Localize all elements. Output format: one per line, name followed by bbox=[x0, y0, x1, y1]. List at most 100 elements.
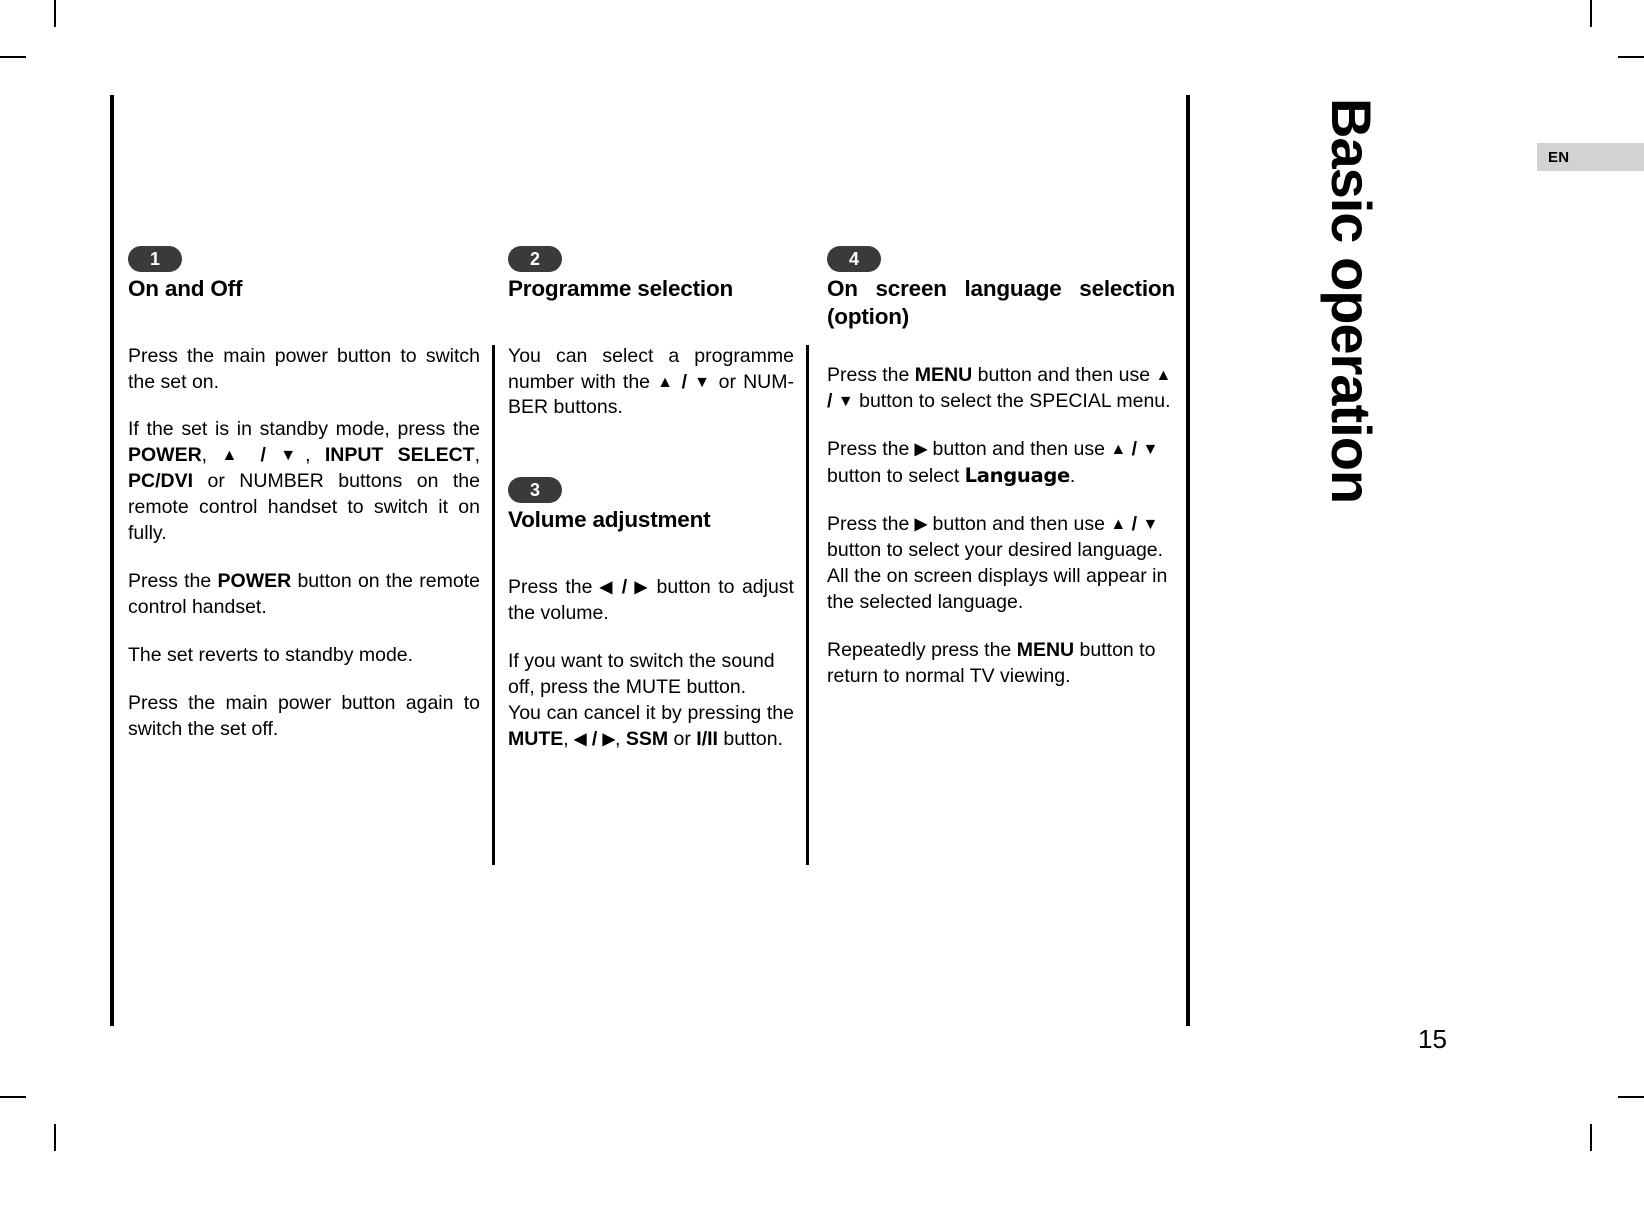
key-i-ii: I/II bbox=[696, 727, 718, 750]
text-run: If the set is in standby mode, press the bbox=[128, 418, 480, 441]
down-arrow-icon: ▼ bbox=[280, 447, 306, 465]
right-arrow-icon: ▶ bbox=[914, 441, 928, 459]
section-title-on-and-off: On and Off bbox=[128, 276, 243, 301]
text-run: Press the bbox=[827, 364, 915, 387]
section-number-badge-3: 3 bbox=[508, 477, 562, 504]
right-arrow-icon: ▶ bbox=[914, 515, 928, 533]
section-4-badge-wrap: 4 bbox=[827, 246, 1175, 272]
text-run: , bbox=[201, 444, 222, 467]
text-run: button and then use bbox=[927, 438, 1111, 461]
section-title-programme-selection: Programme selection bbox=[508, 276, 734, 301]
text-run: button and then use bbox=[972, 364, 1156, 387]
paragraph-reverts-standby: The set reverts to standby mode. bbox=[128, 643, 480, 669]
right-arrow-icon: ▶ bbox=[634, 579, 650, 597]
key-pc-dvi: PC/DVI bbox=[128, 470, 194, 493]
crop-mark-bottom-right-horizontal bbox=[1618, 1096, 1644, 1098]
section-1-badge-wrap: 1 bbox=[128, 246, 480, 272]
text-run: button to select bbox=[827, 465, 965, 488]
section-title-language-selection-option: (option) bbox=[827, 303, 910, 329]
section-title-language-selection: On screen language selection bbox=[827, 276, 1175, 301]
text-run: Press the bbox=[827, 512, 915, 535]
section-number-badge-1: 1 bbox=[128, 246, 182, 272]
crop-mark-bottom-left-horizontal bbox=[0, 1096, 26, 1098]
text-run: , bbox=[474, 444, 481, 467]
key-input-select: INPUT SELECT bbox=[324, 444, 475, 467]
paragraph-mute-on: If you want to switch the sound off, pre… bbox=[508, 649, 794, 701]
text-run: If you want to switch the sound off, pre… bbox=[508, 649, 775, 698]
paragraph-select-language: Press the ▶ button and then use ▲ / ▼ bu… bbox=[827, 437, 1175, 490]
language-badge: EN bbox=[1537, 143, 1644, 171]
paragraph-return-tv: Repeatedly press the MENU button to retu… bbox=[827, 638, 1175, 690]
paragraph-programme-number: You can select a programme number with t… bbox=[508, 344, 794, 422]
text-run: Repeatedly press the bbox=[827, 638, 1017, 661]
text-run: Press the main power button again to swi… bbox=[128, 691, 480, 740]
crop-mark-bottom-right-vertical bbox=[1590, 1124, 1592, 1151]
text-run: Press the main power button to switch th… bbox=[128, 344, 480, 393]
column-three: 4 On screen language selection (option) … bbox=[827, 246, 1175, 690]
up-arrow-icon: ▲ bbox=[221, 447, 247, 465]
section-number-badge-2: 2 bbox=[508, 246, 562, 272]
text-run: The set reverts to standby mode. bbox=[128, 643, 414, 666]
up-arrow-icon: ▲ bbox=[1110, 515, 1127, 533]
text-run: You can cancel it by pressing the bbox=[508, 701, 794, 724]
crop-mark-top-left-horizontal bbox=[0, 56, 26, 58]
paragraph-desired-language: Press the ▶ button and then use ▲ / ▼ bu… bbox=[827, 512, 1175, 616]
text-run: / bbox=[674, 370, 695, 393]
text-run: , bbox=[305, 444, 325, 467]
section-3-badge-wrap: 3 bbox=[508, 477, 794, 504]
text-run: Press the bbox=[508, 576, 600, 599]
text-run: Press the bbox=[128, 570, 218, 593]
down-arrow-icon: ▼ bbox=[1142, 515, 1159, 533]
up-arrow-icon: ▲ bbox=[657, 373, 675, 391]
text-run: All the on screen displays will appear i… bbox=[827, 564, 1168, 613]
chapter-running-head: Basic operation bbox=[1320, 98, 1383, 504]
paragraph-mute-cancel: You can cancel it by pressing the MUTE, … bbox=[508, 701, 794, 753]
text-run: / bbox=[246, 444, 281, 467]
section-2-badge-wrap: 2 bbox=[508, 246, 794, 272]
left-arrow-icon: ◀ bbox=[599, 579, 615, 597]
key-menu: MENU bbox=[914, 364, 973, 387]
text-run: or bbox=[668, 727, 697, 750]
key-power: POWER bbox=[217, 570, 292, 593]
crop-mark-top-right-horizontal bbox=[1618, 56, 1644, 58]
paragraph-remote-power: Press the POWER button on the remote con… bbox=[128, 569, 480, 621]
text-run: , bbox=[614, 727, 626, 750]
text-run: / bbox=[586, 727, 603, 750]
paragraph-power-on: Press the main power button to switch th… bbox=[128, 344, 480, 396]
up-arrow-icon: ▲ bbox=[1155, 367, 1172, 385]
page-frame-left-rule bbox=[110, 95, 114, 1026]
key-menu: MENU bbox=[1016, 638, 1075, 661]
column-divider-1 bbox=[492, 345, 495, 865]
key-power: POWER bbox=[128, 444, 202, 467]
text-run: / bbox=[614, 576, 635, 599]
text-run: button and then use bbox=[927, 512, 1111, 535]
section-title-volume-adjustment: Volume adjustment bbox=[508, 507, 711, 533]
text-run: Press the bbox=[827, 438, 915, 461]
key-ssm: SSM bbox=[625, 727, 669, 750]
text-run: / bbox=[1126, 512, 1143, 535]
text-run: / bbox=[827, 390, 838, 413]
column-divider-2 bbox=[806, 345, 809, 865]
paragraph-power-off: Press the main power button again to swi… bbox=[128, 691, 480, 743]
left-arrow-icon: ◀ bbox=[574, 730, 587, 748]
crop-mark-top-left-vertical bbox=[54, 0, 56, 27]
paragraph-menu-special: Press the MENU button and then use ▲ / ▼… bbox=[827, 363, 1175, 415]
menu-item-language: Language bbox=[964, 464, 1071, 488]
text-run: button to select the SPECIAL menu. bbox=[853, 390, 1171, 413]
column-two: 2 Programme selection You can select a p… bbox=[508, 246, 794, 753]
down-arrow-icon: ▼ bbox=[1142, 441, 1159, 459]
column-one: 1 On and Off Press the main power button… bbox=[128, 246, 480, 743]
crop-mark-top-right-vertical bbox=[1590, 0, 1592, 27]
paragraph-standby-wake: If the set is in standby mode, press the… bbox=[128, 417, 480, 547]
text-run: button to select your desired language. bbox=[827, 538, 1164, 561]
page-number: 15 bbox=[1418, 1024, 1447, 1054]
section-number-badge-4: 4 bbox=[827, 246, 881, 272]
page-frame-right-rule bbox=[1186, 95, 1190, 1026]
text-run: button. bbox=[717, 727, 784, 750]
text-run: / bbox=[1126, 438, 1143, 461]
paragraph-volume-adjust: Press the ◀ / ▶ button to adjust the vol… bbox=[508, 575, 794, 627]
right-arrow-icon: ▶ bbox=[602, 730, 615, 748]
down-arrow-icon: ▼ bbox=[837, 393, 854, 411]
text-run: , bbox=[563, 727, 575, 750]
crop-mark-bottom-left-vertical bbox=[54, 1124, 56, 1151]
